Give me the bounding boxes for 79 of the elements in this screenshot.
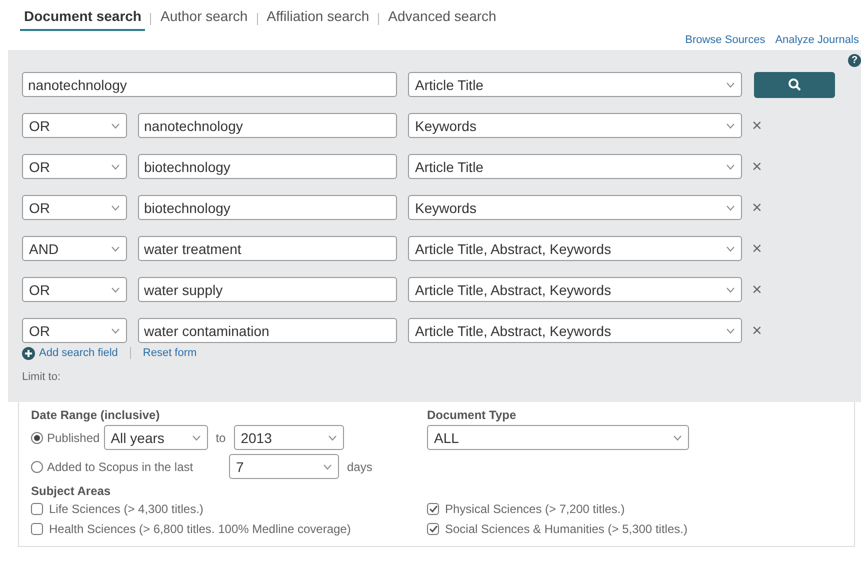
checkbox-label: Physical Sciences (> 7,200 titles.)	[445, 502, 625, 516]
caret-icon	[726, 246, 735, 252]
caret-icon	[726, 286, 735, 292]
caret-icon	[111, 122, 120, 128]
section-heading: Subject Areas	[31, 484, 112, 498]
caret-icon	[323, 464, 332, 470]
section-heading: Document Type	[427, 408, 518, 422]
reset-link[interactable]: Reset form	[142, 347, 197, 359]
year-select[interactable]: 2013	[234, 425, 344, 450]
check-icon	[428, 525, 438, 533]
field-select[interactable]: Article Title, Abstract, Keywords	[408, 318, 742, 343]
nav-link[interactable]: Browse Sources	[685, 34, 766, 48]
caret-icon	[726, 122, 735, 128]
remove-button[interactable]: ×	[752, 320, 762, 340]
caret-icon	[111, 286, 120, 292]
field-select[interactable]: Article Title, Abstract, Keywords	[408, 277, 742, 302]
checkbox-label: Life Sciences (> 4,300 titles.)	[49, 502, 204, 516]
caret-icon	[673, 434, 682, 440]
operator-select[interactable]: OR	[22, 113, 127, 138]
caret-icon	[726, 164, 735, 170]
search-term-field[interactable]: water treatment	[138, 236, 397, 261]
search-button[interactable]	[754, 72, 835, 98]
radio-label: Added to Scopus in the last	[47, 460, 194, 474]
limit-label: Limit to:	[22, 371, 62, 383]
caret-icon	[111, 246, 120, 252]
field-select[interactable]: Keywords	[408, 195, 742, 220]
checkbox[interactable]	[31, 503, 43, 515]
operator-select[interactable]: AND	[22, 236, 127, 261]
search-term-field[interactable]: nanotechnology	[22, 72, 397, 97]
field-select[interactable]: Article Title	[408, 154, 742, 179]
caret-icon	[328, 434, 337, 440]
remove-button[interactable]: ×	[752, 116, 762, 136]
days-label: days	[347, 460, 372, 474]
to-label: to	[216, 430, 226, 444]
plus-icon	[22, 346, 35, 360]
checkbox[interactable]	[31, 523, 43, 535]
checkbox-label: Social Sciences & Humanities (> 5,300 titles.)	[445, 522, 688, 536]
days-select[interactable]: 7	[229, 454, 339, 479]
year-select[interactable]: All years	[104, 425, 208, 450]
remove-button[interactable]: ×	[752, 238, 762, 258]
search-tab[interactable]: Affiliation search	[262, 8, 374, 30]
field-select[interactable]: Article Title, Abstract, Keywords	[408, 236, 742, 261]
remove-button[interactable]: ×	[752, 198, 762, 218]
remove-button[interactable]: ×	[752, 280, 762, 300]
add-field-link[interactable]: Add search field	[39, 347, 118, 359]
caret-icon	[726, 82, 735, 88]
search-term-field[interactable]: water supply	[138, 277, 397, 302]
caret-icon	[726, 204, 735, 210]
check-icon	[428, 505, 438, 513]
search-tab[interactable]: Author search	[156, 8, 252, 30]
checkbox[interactable]	[427, 503, 439, 515]
caret-icon	[726, 328, 735, 334]
field-select[interactable]: Keywords	[408, 113, 742, 138]
operator-select[interactable]: OR	[22, 318, 127, 343]
radio-button[interactable]	[31, 460, 43, 472]
remove-button[interactable]: ×	[752, 156, 762, 176]
search-term-field[interactable]: biotechnology	[138, 195, 397, 220]
search-tab[interactable]: Document search	[20, 8, 146, 30]
operator-select[interactable]: OR	[22, 154, 127, 179]
document-type-select[interactable]: ALL	[427, 425, 689, 450]
search-icon	[788, 78, 801, 91]
search-term-field[interactable]: water contamination	[138, 318, 397, 343]
radio-button[interactable]	[31, 432, 43, 444]
field-select[interactable]: Article Title	[408, 72, 742, 97]
section-heading: Date Range (inclusive)	[31, 408, 161, 422]
operator-select[interactable]: OR	[22, 277, 127, 302]
radio-label: Published	[47, 430, 100, 444]
help-icon[interactable]: ?	[848, 54, 861, 67]
nav-link[interactable]: Analyze Journals	[775, 34, 859, 48]
checkbox[interactable]	[427, 523, 439, 535]
search-term-field[interactable]: biotechnology	[138, 154, 397, 179]
search-term-field[interactable]: nanotechnology	[138, 113, 397, 138]
search-tab[interactable]: Advanced search	[384, 8, 500, 30]
operator-select[interactable]: OR	[22, 195, 127, 220]
caret-icon	[111, 164, 120, 170]
checkbox-label: Health Sciences (> 6,800 titles. 100% Medline coverage)	[49, 522, 351, 536]
caret-icon	[111, 328, 120, 334]
caret-icon	[111, 204, 120, 210]
caret-icon	[192, 434, 201, 440]
